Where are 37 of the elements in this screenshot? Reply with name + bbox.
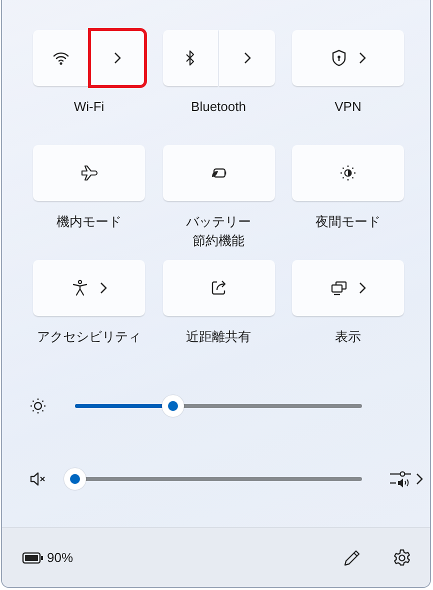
tile-label: Wi-Fi (74, 98, 104, 116)
brightness-icon (29, 397, 47, 415)
toggle-button[interactable] (33, 30, 88, 86)
accessibility-icon (71, 279, 89, 297)
settings-button[interactable] (392, 548, 412, 568)
chevron-icon (99, 282, 107, 294)
chevron-icon (414, 473, 422, 485)
tile-label: 夜間モード (316, 213, 380, 231)
chevron-icon (358, 282, 366, 294)
edit-button[interactable] (342, 548, 362, 568)
display-icon (330, 279, 348, 297)
shield-icon (330, 49, 348, 67)
tile-label: VPN (334, 98, 362, 116)
tile-label: Bluetooth (191, 98, 246, 116)
tile-label: アクセシビリティ (37, 328, 141, 346)
airplane-icon (80, 164, 98, 182)
mixer-icon (388, 470, 412, 488)
chevron-icon (242, 52, 251, 64)
tile-label: 表示 (335, 328, 361, 346)
tile-label: バッテリー (186, 213, 251, 231)
slider-thumb[interactable] (162, 395, 184, 417)
tile-label: 機内モード (56, 213, 122, 231)
battery-percentage: 90% (47, 550, 74, 565)
tile-label: 近距離共有 (186, 328, 251, 346)
chevron-icon (358, 52, 366, 64)
slider-thumb[interactable] (64, 468, 86, 490)
muted-speaker-icon (29, 470, 47, 488)
pencil-icon (342, 548, 362, 568)
toggle-button[interactable] (162, 30, 218, 86)
settings-icon (392, 548, 412, 568)
share-icon (210, 279, 228, 297)
expand-button[interactable] (90, 30, 145, 86)
tile-label: 節約機能 (192, 232, 244, 250)
battery-icon (22, 552, 44, 564)
brightness-icon (339, 164, 357, 182)
audio-output-button[interactable] (388, 470, 422, 488)
chevron-icon (113, 52, 122, 64)
